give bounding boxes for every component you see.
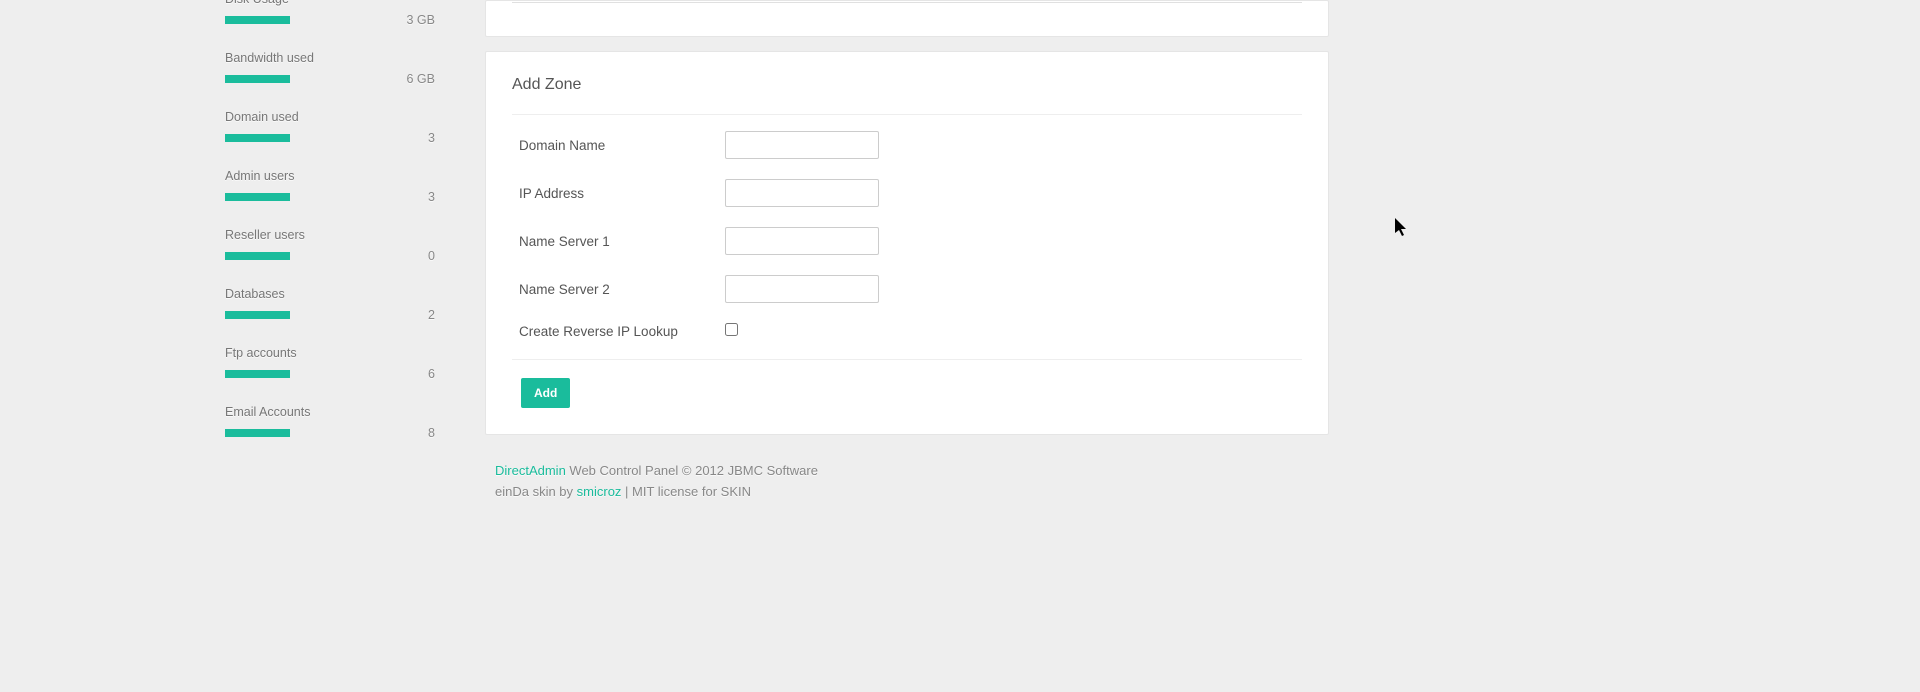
progress-bar xyxy=(225,429,290,437)
stat-value: 8 xyxy=(428,426,435,440)
add-button[interactable]: Add xyxy=(521,378,570,408)
smicroz-link[interactable]: smicroz xyxy=(577,484,622,499)
footer: DirectAdmin Web Control Panel © 2012 JBM… xyxy=(485,461,1329,503)
stat-label: Bandwidth used xyxy=(225,51,435,65)
directadmin-link[interactable]: DirectAdmin xyxy=(495,463,566,478)
stat-label: Ftp accounts xyxy=(225,346,435,360)
stat-databases: Databases 2 xyxy=(225,287,435,322)
stat-label: Email Accounts xyxy=(225,405,435,419)
stat-label: Reseller users xyxy=(225,228,435,242)
ns1-label: Name Server 1 xyxy=(512,234,725,249)
domain-name-input[interactable] xyxy=(725,131,879,159)
stat-value: 6 GB xyxy=(407,72,436,86)
add-zone-card: Add Zone Domain Name IP Address Name Ser… xyxy=(485,51,1329,435)
stat-admin-users: Admin users 3 xyxy=(225,169,435,204)
stat-disk-usage: Disk Usage 3 GB xyxy=(225,0,435,27)
stat-domain: Domain used 3 xyxy=(225,110,435,145)
footer-skin-prefix: einDa skin by xyxy=(495,484,577,499)
reverse-ip-label: Create Reverse IP Lookup xyxy=(512,324,725,339)
stat-label: Admin users xyxy=(225,169,435,183)
ns2-input[interactable] xyxy=(725,275,879,303)
stat-value: 6 xyxy=(428,367,435,381)
add-zone-form: Domain Name IP Address Name Server 1 Nam… xyxy=(512,115,1302,408)
stat-ftp: Ftp accounts 6 xyxy=(225,346,435,381)
stat-reseller-users: Reseller users 0 xyxy=(225,228,435,263)
stat-email: Email Accounts 8 xyxy=(225,405,435,440)
progress-bar xyxy=(225,370,290,378)
progress-bar xyxy=(225,311,290,319)
cursor-icon xyxy=(1395,218,1409,238)
stat-value: 3 GB xyxy=(407,13,436,27)
reverse-ip-checkbox[interactable] xyxy=(725,323,738,336)
stat-label: Domain used xyxy=(225,110,435,124)
top-card xyxy=(485,0,1329,37)
progress-bar xyxy=(225,252,290,260)
ns1-input[interactable] xyxy=(725,227,879,255)
stat-label: Disk Usage xyxy=(225,0,435,6)
ip-address-input[interactable] xyxy=(725,179,879,207)
domain-name-label: Domain Name xyxy=(512,138,725,153)
stat-value: 3 xyxy=(428,131,435,145)
stat-bandwidth: Bandwidth used 6 GB xyxy=(225,51,435,86)
stat-value: 3 xyxy=(428,190,435,204)
ip-address-label: IP Address xyxy=(512,186,725,201)
card-title: Add Zone xyxy=(512,76,1302,115)
progress-bar xyxy=(225,193,290,201)
progress-bar xyxy=(225,75,290,83)
ns2-label: Name Server 2 xyxy=(512,282,725,297)
stat-value: 2 xyxy=(428,308,435,322)
progress-bar xyxy=(225,16,290,24)
stat-label: Databases xyxy=(225,287,435,301)
footer-copy: Web Control Panel © 2012 JBMC Software xyxy=(566,463,818,478)
sidebar-stats: Disk Usage 3 GB Bandwidth used 6 GB Doma… xyxy=(225,0,435,464)
progress-bar xyxy=(225,134,290,142)
stat-value: 0 xyxy=(428,249,435,263)
footer-skin-suffix: | MIT license for SKIN xyxy=(621,484,751,499)
